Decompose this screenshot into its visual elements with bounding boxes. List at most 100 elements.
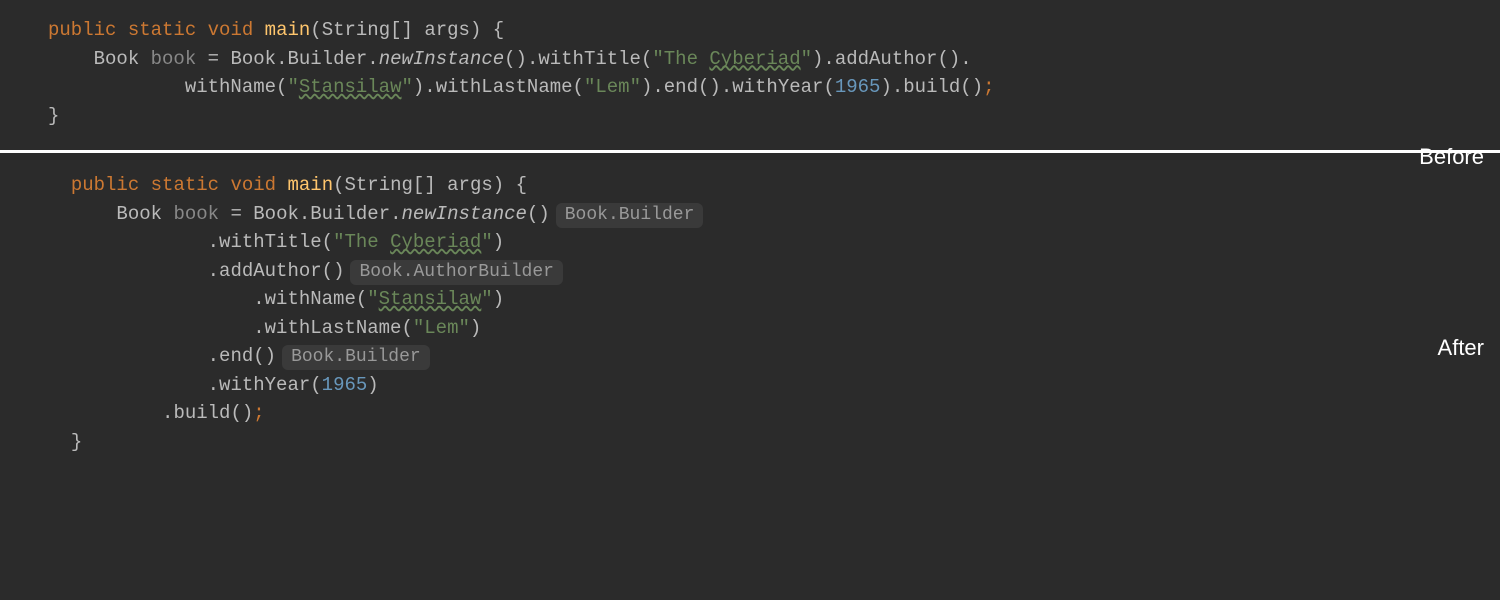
dot: . bbox=[960, 48, 971, 70]
code-line: } bbox=[0, 428, 1500, 457]
after-section: After public static void main(String[] a… bbox=[0, 153, 1500, 466]
type: Book bbox=[94, 48, 140, 70]
var-name: book bbox=[151, 48, 197, 70]
before-code: public static void main(String[] args) {… bbox=[0, 6, 1500, 140]
string-literal: "Stansilaw" bbox=[367, 288, 492, 310]
string-literal: "Lem" bbox=[584, 76, 641, 98]
string-literal: "Lem" bbox=[413, 317, 470, 339]
method-call: withName bbox=[185, 76, 276, 98]
brace: { bbox=[493, 19, 504, 41]
brace: { bbox=[516, 174, 527, 196]
dot: . bbox=[390, 203, 401, 225]
paren: ) bbox=[538, 203, 549, 225]
brackets: [] bbox=[413, 174, 436, 196]
paren: ( bbox=[823, 76, 834, 98]
typo-word: Stansilaw bbox=[379, 288, 482, 310]
code-line: .build(); bbox=[0, 399, 1500, 428]
method-call: withYear bbox=[732, 76, 823, 98]
keyword: void bbox=[208, 19, 254, 41]
builder-ref: Builder bbox=[310, 203, 390, 225]
param-name: args bbox=[447, 174, 493, 196]
dot: . bbox=[208, 260, 219, 282]
dot: . bbox=[208, 231, 219, 253]
paren: ( bbox=[698, 76, 709, 98]
string-literal: "The Cyberiad" bbox=[333, 231, 493, 253]
dot: . bbox=[721, 76, 732, 98]
type: Book bbox=[116, 203, 162, 225]
paren: ( bbox=[276, 76, 287, 98]
method-call: addAuthor bbox=[219, 260, 322, 282]
dot: . bbox=[367, 48, 378, 70]
paren: ) bbox=[333, 260, 344, 282]
type-hint: Book.AuthorBuilder bbox=[350, 260, 562, 285]
method-call: withTitle bbox=[219, 231, 322, 253]
var-name: book bbox=[173, 203, 219, 225]
paren: ) bbox=[880, 76, 891, 98]
paren: ) bbox=[265, 345, 276, 367]
string-text: Lem bbox=[595, 76, 629, 98]
method-call: newInstance bbox=[402, 203, 527, 225]
paren: ( bbox=[504, 48, 515, 70]
keyword: public bbox=[48, 19, 116, 41]
keyword: static bbox=[151, 174, 219, 196]
code-line: Book book = Book.Builder.newInstance().w… bbox=[0, 45, 1500, 74]
class-ref: Book bbox=[230, 48, 276, 70]
paren: ( bbox=[230, 402, 241, 424]
code-line: Book book = Book.Builder.newInstance()Bo… bbox=[0, 200, 1500, 229]
paren: ( bbox=[310, 374, 321, 396]
code-line: .withTitle("The Cyberiad") bbox=[0, 228, 1500, 257]
code-line: .end()Book.Builder bbox=[0, 342, 1500, 371]
code-line: .withName("Stansilaw") bbox=[0, 285, 1500, 314]
paren: ( bbox=[641, 48, 652, 70]
method-call: withYear bbox=[219, 374, 310, 396]
string-text: The bbox=[664, 48, 710, 70]
type-hint: Book.Builder bbox=[282, 345, 430, 370]
number-literal: 1965 bbox=[322, 374, 368, 396]
method-call: withLastName bbox=[436, 76, 573, 98]
param-type: String bbox=[345, 174, 413, 196]
dot: . bbox=[276, 48, 287, 70]
dot: . bbox=[892, 76, 903, 98]
paren: ( bbox=[960, 76, 971, 98]
after-label: After bbox=[1438, 331, 1484, 364]
dot: . bbox=[299, 203, 310, 225]
paren: ( bbox=[253, 345, 264, 367]
code-line: public static void main(String[] args) { bbox=[0, 16, 1500, 45]
paren: ) bbox=[972, 76, 983, 98]
paren: ) bbox=[413, 76, 424, 98]
class-ref: Book bbox=[253, 203, 299, 225]
builder-ref: Builder bbox=[287, 48, 367, 70]
string-literal: "Stansilaw" bbox=[287, 76, 412, 98]
method-call: newInstance bbox=[379, 48, 504, 70]
paren: ( bbox=[322, 260, 333, 282]
method-name: main bbox=[265, 19, 311, 41]
code-line: public static void main(String[] args) { bbox=[0, 171, 1500, 200]
type-hint: Book.Builder bbox=[556, 203, 704, 228]
method-call: withTitle bbox=[538, 48, 641, 70]
keyword: void bbox=[230, 174, 276, 196]
method-call: withName bbox=[265, 288, 356, 310]
method-call: build bbox=[173, 402, 230, 424]
dot: . bbox=[208, 345, 219, 367]
keyword: public bbox=[71, 174, 139, 196]
method-call: end bbox=[664, 76, 698, 98]
semicolon: ; bbox=[253, 402, 264, 424]
dot: . bbox=[253, 288, 264, 310]
method-name: main bbox=[287, 174, 333, 196]
code-line: } bbox=[0, 102, 1500, 131]
paren: ( bbox=[573, 76, 584, 98]
dot: . bbox=[424, 76, 435, 98]
method-call: addAuthor bbox=[835, 48, 938, 70]
code-line: .addAuthor() Book.AuthorBuilder bbox=[0, 257, 1500, 286]
code-line: .withYear(1965) bbox=[0, 371, 1500, 400]
dot: . bbox=[162, 402, 173, 424]
paren: ) bbox=[242, 402, 253, 424]
paren: ) bbox=[516, 48, 527, 70]
paren: ( bbox=[356, 288, 367, 310]
paren: ( bbox=[322, 231, 333, 253]
paren: ) bbox=[949, 48, 960, 70]
paren: ) bbox=[470, 317, 481, 339]
paren: ( bbox=[333, 174, 344, 196]
typo-word: Stansilaw bbox=[299, 76, 402, 98]
dot: . bbox=[253, 317, 264, 339]
